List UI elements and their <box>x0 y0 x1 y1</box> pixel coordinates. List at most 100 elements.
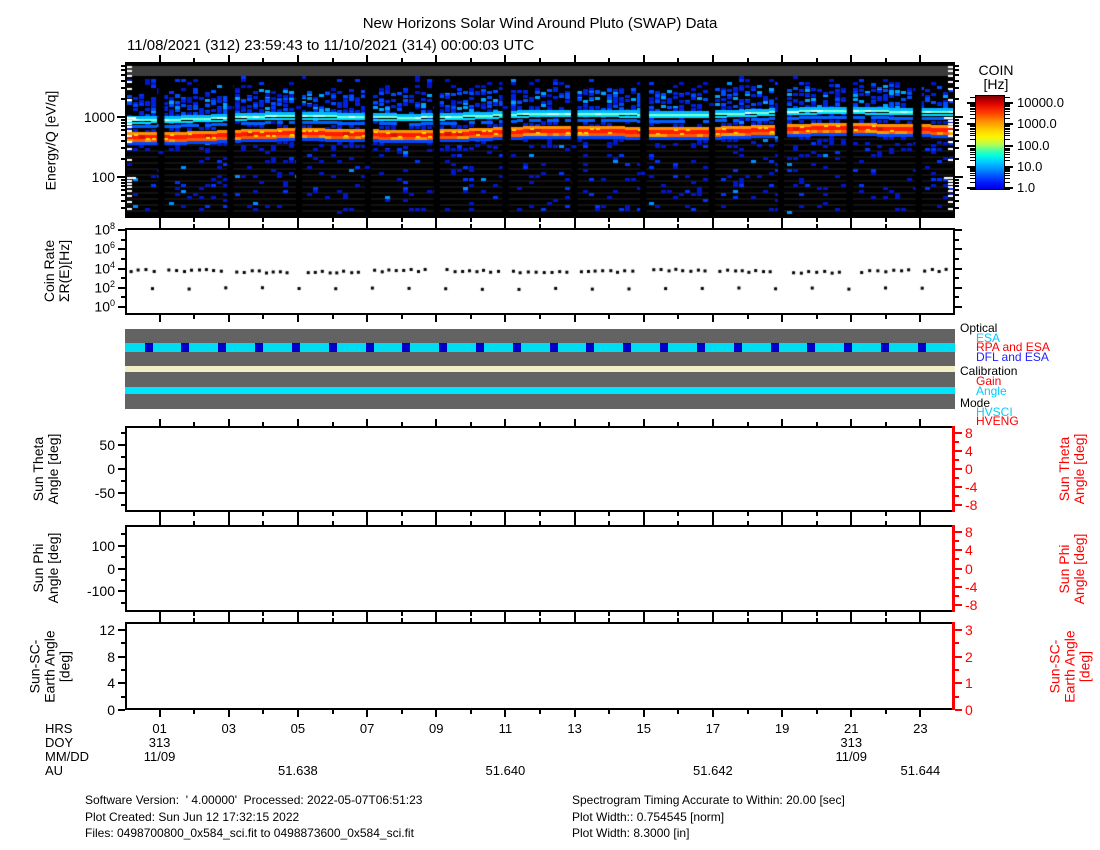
axis-tick <box>955 258 959 260</box>
sun-phi-panel <box>125 525 955 612</box>
x-major-tick <box>193 422 195 426</box>
x-major-tick <box>816 710 818 714</box>
x-major-tick <box>539 618 541 622</box>
x-major-tick <box>159 518 161 525</box>
x-major-tick <box>919 55 921 62</box>
hour-label: 13 <box>555 721 595 736</box>
axis-tick <box>1005 149 1010 150</box>
x-major-tick <box>504 615 506 622</box>
coin-y-title: Coin Rate ΣR(E)[Hz] <box>42 161 72 381</box>
x-major-tick <box>332 710 334 714</box>
au-value: 51.644 <box>885 763 955 778</box>
axis-tick <box>970 108 975 109</box>
x-major-tick <box>919 710 921 717</box>
x-major-tick <box>781 55 783 62</box>
red-axis-tick <box>955 604 962 606</box>
x-major-tick <box>781 518 783 525</box>
x-major-tick <box>504 419 506 426</box>
axis-tick <box>970 148 975 149</box>
au-value: 51.638 <box>263 763 333 778</box>
coin-rate-canvas <box>127 230 953 313</box>
x-major-tick <box>297 710 299 717</box>
axis-tick <box>1005 139 1010 140</box>
x-major-tick <box>677 618 679 622</box>
x-major-tick <box>574 615 576 622</box>
x-major-tick <box>919 315 921 322</box>
x-major-tick <box>781 710 783 717</box>
x-major-tick <box>262 58 264 62</box>
hour-label: 21 <box>831 721 871 736</box>
legend-hveng: HVENG <box>976 414 1019 428</box>
axis-tick <box>955 119 959 121</box>
axis-tick <box>1005 104 1010 105</box>
red-axis-tick <box>955 540 959 542</box>
x-major-tick <box>850 315 852 322</box>
x-major-tick <box>677 422 679 426</box>
x-major-tick <box>574 315 576 322</box>
red-axis-tick <box>955 586 962 588</box>
axis-tick <box>118 444 125 446</box>
x-major-tick <box>297 419 299 426</box>
x-major-tick <box>470 58 472 62</box>
axis-tick <box>970 160 975 161</box>
axis-tick <box>1005 135 1010 136</box>
doy-value: 313 <box>821 735 881 750</box>
axis-tick <box>117 176 125 178</box>
axis-tick <box>1005 154 1010 155</box>
x-major-tick <box>885 315 887 319</box>
mark-optical-dfl-and-esa <box>181 343 189 352</box>
swap-figure: New Horizons Solar Wind Around Pluto (SW… <box>0 0 1100 850</box>
au-value: 51.640 <box>470 763 540 778</box>
red-tick-label: 2 <box>965 649 973 665</box>
x-major-tick <box>401 422 403 426</box>
x-major-tick <box>193 315 195 319</box>
hour-label: 09 <box>416 721 456 736</box>
mark-optical-dfl-and-esa <box>807 343 815 352</box>
colorbar-tick-label: 1.0 <box>1017 180 1035 195</box>
axis-tick <box>1005 169 1010 170</box>
axis-tick <box>121 98 125 100</box>
red-axis-tick <box>955 568 962 570</box>
axis-tick <box>1005 125 1010 126</box>
x-major-tick <box>193 612 195 616</box>
footer-files: Files: 0498700800_0x584_sci.fit to 04988… <box>85 826 414 840</box>
axis-tick <box>1005 145 1013 147</box>
x-major-tick <box>919 221 921 228</box>
x-major-tick <box>608 422 610 426</box>
axis-tick <box>955 116 963 118</box>
mark-optical-dfl-and-esa <box>623 343 631 352</box>
red-tick-label: 0 <box>965 702 973 718</box>
axis-tick <box>970 111 975 112</box>
x-major-tick <box>228 419 230 426</box>
x-major-tick <box>470 218 472 222</box>
spectrogram-canvas <box>127 64 953 216</box>
axis-tick <box>121 456 125 458</box>
axis-tick <box>121 80 125 82</box>
axis-tick <box>121 277 125 279</box>
x-major-tick <box>574 710 576 717</box>
axis-tick <box>1005 168 1010 169</box>
x-major-tick <box>297 518 299 525</box>
x-major-tick <box>747 422 749 426</box>
axis-tick <box>1005 175 1010 176</box>
axis-tick <box>955 80 959 82</box>
plot-area: COIN [Hz] HRS DOY MM/DD AU Software Vers… <box>0 0 1100 850</box>
axis-tick <box>970 154 975 155</box>
mark-optical-dfl-and-esa <box>771 343 779 352</box>
axis-tick <box>970 135 975 136</box>
axis-tick <box>970 139 975 140</box>
hour-label: 07 <box>347 721 387 736</box>
x-major-tick <box>435 710 437 717</box>
red-axis-tick <box>955 432 962 434</box>
axis-tick <box>117 116 125 118</box>
axis-tick <box>121 480 125 482</box>
red-axis-tick <box>955 595 959 597</box>
x-major-tick <box>193 512 195 516</box>
axis-tick <box>121 147 125 149</box>
axis-tick <box>970 170 975 171</box>
x-major-tick <box>366 518 368 525</box>
axis-tick <box>121 65 125 67</box>
axis-tick <box>970 152 975 153</box>
x-major-tick <box>677 512 679 516</box>
x-major-tick <box>816 618 818 622</box>
